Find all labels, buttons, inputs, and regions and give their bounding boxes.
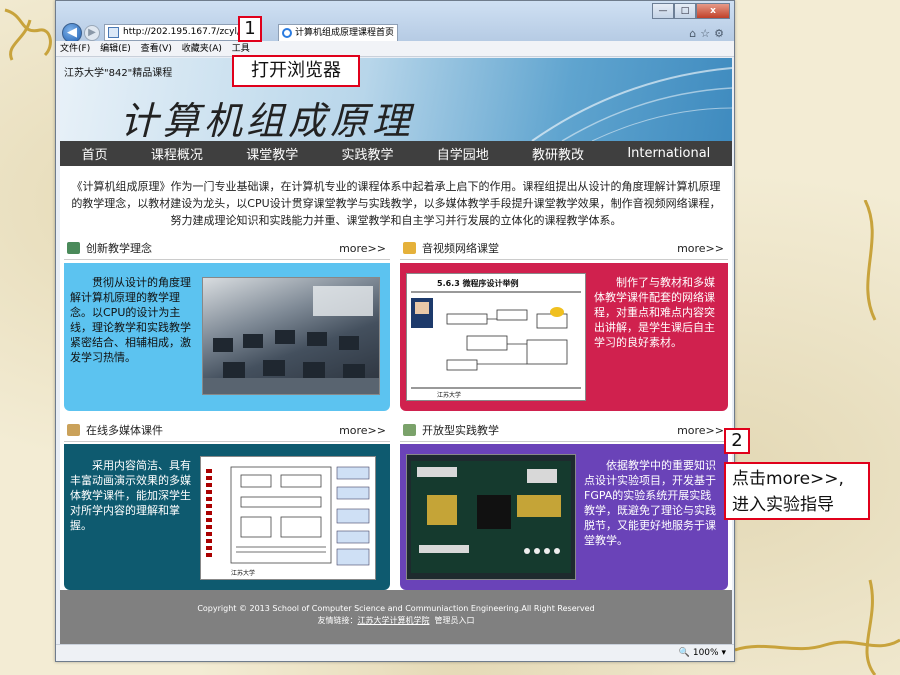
web-page: 江苏大学"842"精品课程 计算机组成原理 首页 课程概况 课堂教学 实践教学 … — [60, 58, 732, 645]
nav-classroom-teaching[interactable]: 课堂教学 — [246, 144, 298, 163]
site-title: 计算机组成原理 — [120, 99, 415, 143]
status-bar: 🔍 100% ▾ — [56, 644, 734, 661]
tab-close-button[interactable]: × — [385, 25, 393, 41]
panel-body-practice: 依据教学中的重要知识点设计实验项目，开发基于FGPA的实验系统开展实践教学，既避… — [400, 444, 728, 590]
window-controls: — □ x — [652, 3, 730, 20]
board-icon — [67, 242, 80, 254]
more-link-innovation[interactable]: more>> — [339, 238, 386, 260]
panel-title: 创新教学理念 — [86, 242, 152, 255]
site-subtitle: 江苏大学"842"精品课程 — [64, 68, 173, 79]
computer-lab-image — [203, 286, 379, 394]
fpga-board-image — [411, 461, 571, 573]
diagram-image: 江苏大学 — [206, 466, 370, 577]
courseware-thumbnail[interactable]: 江苏大学 — [200, 456, 376, 580]
nav-self-study[interactable]: 自学园地 — [437, 144, 489, 163]
menu-edit[interactable]: 编辑(E) — [100, 44, 131, 54]
nav-teaching-research[interactable]: 教研教改 — [532, 144, 584, 163]
browser-tab[interactable]: 计算机组成原理课程首页 × — [278, 24, 398, 41]
panel-body-innovation: 贯彻从设计的角度理解计算机原理的教学理念。以CPU的设计为主线，理论教学和实践教… — [64, 263, 390, 411]
forward-button[interactable]: ▶ — [84, 25, 100, 41]
image-icon — [403, 424, 416, 436]
zoom-dropdown-icon[interactable]: ▾ — [721, 648, 726, 658]
slide-heading: 5.6.3 微程序设计举例 — [437, 278, 519, 288]
fpga-board-photo[interactable] — [406, 454, 576, 580]
browser-titlebar: ◀ ▶ http://202.195.167.7/zcyl/ 计算机组成原理课程… — [56, 1, 734, 43]
site-banner: 江苏大学"842"精品课程 计算机组成原理 — [60, 58, 732, 143]
panel-header-video: 音视频网络课堂 more>> — [400, 238, 728, 260]
tab-title: 计算机组成原理课程首页 — [295, 28, 395, 38]
course-intro: 《计算机组成原理》作为一门专业基础课，在计算机专业的课程体系中起着承上启下的作用… — [71, 180, 721, 227]
callout-number-1: 1 — [238, 16, 262, 42]
nav-international[interactable]: International — [627, 146, 710, 161]
panel-title: 音视频网络课堂 — [422, 242, 499, 255]
panel-text: 贯彻从设计的角度理解计算机原理的教学理念。以CPU的设计为主线，理论教学和实践教… — [70, 276, 191, 364]
nav-home[interactable]: 首页 — [82, 144, 108, 163]
video-icon — [403, 242, 416, 254]
panel-header-innovation: 创新教学理念 more>> — [64, 238, 390, 260]
decorative-vine-bottom — [735, 638, 900, 652]
footer-school-link[interactable]: 江苏大学计算机学院 — [357, 616, 429, 625]
clipboard-icon — [67, 424, 80, 436]
panel-header-courseware: 在线多媒体课件 more>> — [64, 420, 390, 442]
courseware-school: 江苏大学 — [231, 569, 255, 577]
more-link-video[interactable]: more>> — [677, 238, 724, 260]
address-bar[interactable]: http://202.195.167.7/zcyl/ — [104, 24, 249, 41]
menu-file[interactable]: 文件(F) — [60, 44, 90, 54]
video-lecture-thumbnail[interactable]: 5.6.3 微程序设计举例 江苏大学 — [406, 273, 586, 401]
menu-favorites[interactable]: 收藏夹(A) — [182, 44, 222, 54]
banner-graphic — [531, 67, 732, 141]
panel-header-practice: 开放型实践教学 more>> — [400, 420, 728, 442]
back-button[interactable]: ◀ — [62, 23, 82, 43]
site-nav: 首页 课程概况 课堂教学 实践教学 自学园地 教研教改 Internationa… — [60, 141, 732, 166]
more-link-practice[interactable]: more>> — [677, 420, 724, 442]
decorative-vine-left — [4, 8, 52, 61]
slide-school: 江苏大学 — [437, 391, 461, 399]
nav-course-overview[interactable]: 课程概况 — [151, 144, 203, 163]
classroom-photo[interactable] — [202, 277, 380, 395]
slide-image: 5.6.3 微程序设计举例 江苏大学 — [411, 278, 581, 399]
menu-view[interactable]: 查看(V) — [141, 44, 172, 54]
close-button[interactable]: x — [696, 3, 730, 19]
panel-title: 开放型实践教学 — [422, 424, 499, 437]
menu-bar: 文件(F) 编辑(E) 查看(V) 收藏夹(A) 工具 — [56, 41, 734, 57]
page-icon — [108, 27, 119, 38]
toolbar-icons[interactable]: ⌂☆⚙ — [689, 27, 728, 40]
site-footer: Copyright © 2013 School of Computer Scie… — [60, 590, 732, 645]
more-link-courseware[interactable]: more>> — [339, 420, 386, 442]
panel-text: 依据教学中的重要知识点设计实验项目，开发基于FGPA的实验系统开展实践教学，既避… — [584, 459, 716, 547]
panel-text: 采用内容简洁、具有丰富动画演示效果的多媒体教学课件，能加深学生对所学内容的理解和… — [70, 459, 191, 532]
panel-body-video: 5.6.3 微程序设计举例 江苏大学 制作了与教材和多媒体教学课件配套的网络课程… — [400, 263, 728, 411]
footer-links: 友情链接：江苏大学计算机学院 管理员入口 — [60, 615, 732, 627]
zoom-icon: 🔍 — [678, 648, 690, 658]
zoom-level[interactable]: 100% — [693, 648, 719, 658]
footer-links-label: 友情链接： — [317, 616, 358, 625]
panel-text: 制作了与教材和多媒体教学课件配套的网络课程，对重点和难点内容突出讲解，是学生课后… — [594, 276, 715, 349]
ie-icon — [282, 28, 292, 38]
panel-body-courseware: 采用内容简洁、具有丰富动画演示效果的多媒体教学课件，能加深学生对所学内容的理解和… — [64, 444, 390, 590]
browser-window: ◀ ▶ http://202.195.167.7/zcyl/ 计算机组成原理课程… — [55, 0, 735, 662]
callout-number-2: 2 — [724, 428, 750, 454]
callout-open-browser: 打开浏览器 — [232, 55, 360, 87]
panel-title: 在线多媒体课件 — [86, 424, 163, 437]
menu-tools[interactable]: 工具 — [232, 44, 250, 54]
callout-click-more: 点击more>>, 进入实验指导 — [724, 462, 870, 520]
address-text: http://202.195.167.7/zcyl/ — [123, 27, 240, 37]
admin-link[interactable]: 管理员入口 — [435, 616, 475, 625]
maximize-button[interactable]: □ — [674, 3, 696, 19]
nav-practice-teaching[interactable]: 实践教学 — [341, 144, 393, 163]
minimize-button[interactable]: — — [652, 3, 674, 19]
copyright-text: Copyright © 2013 School of Computer Scie… — [197, 604, 595, 613]
